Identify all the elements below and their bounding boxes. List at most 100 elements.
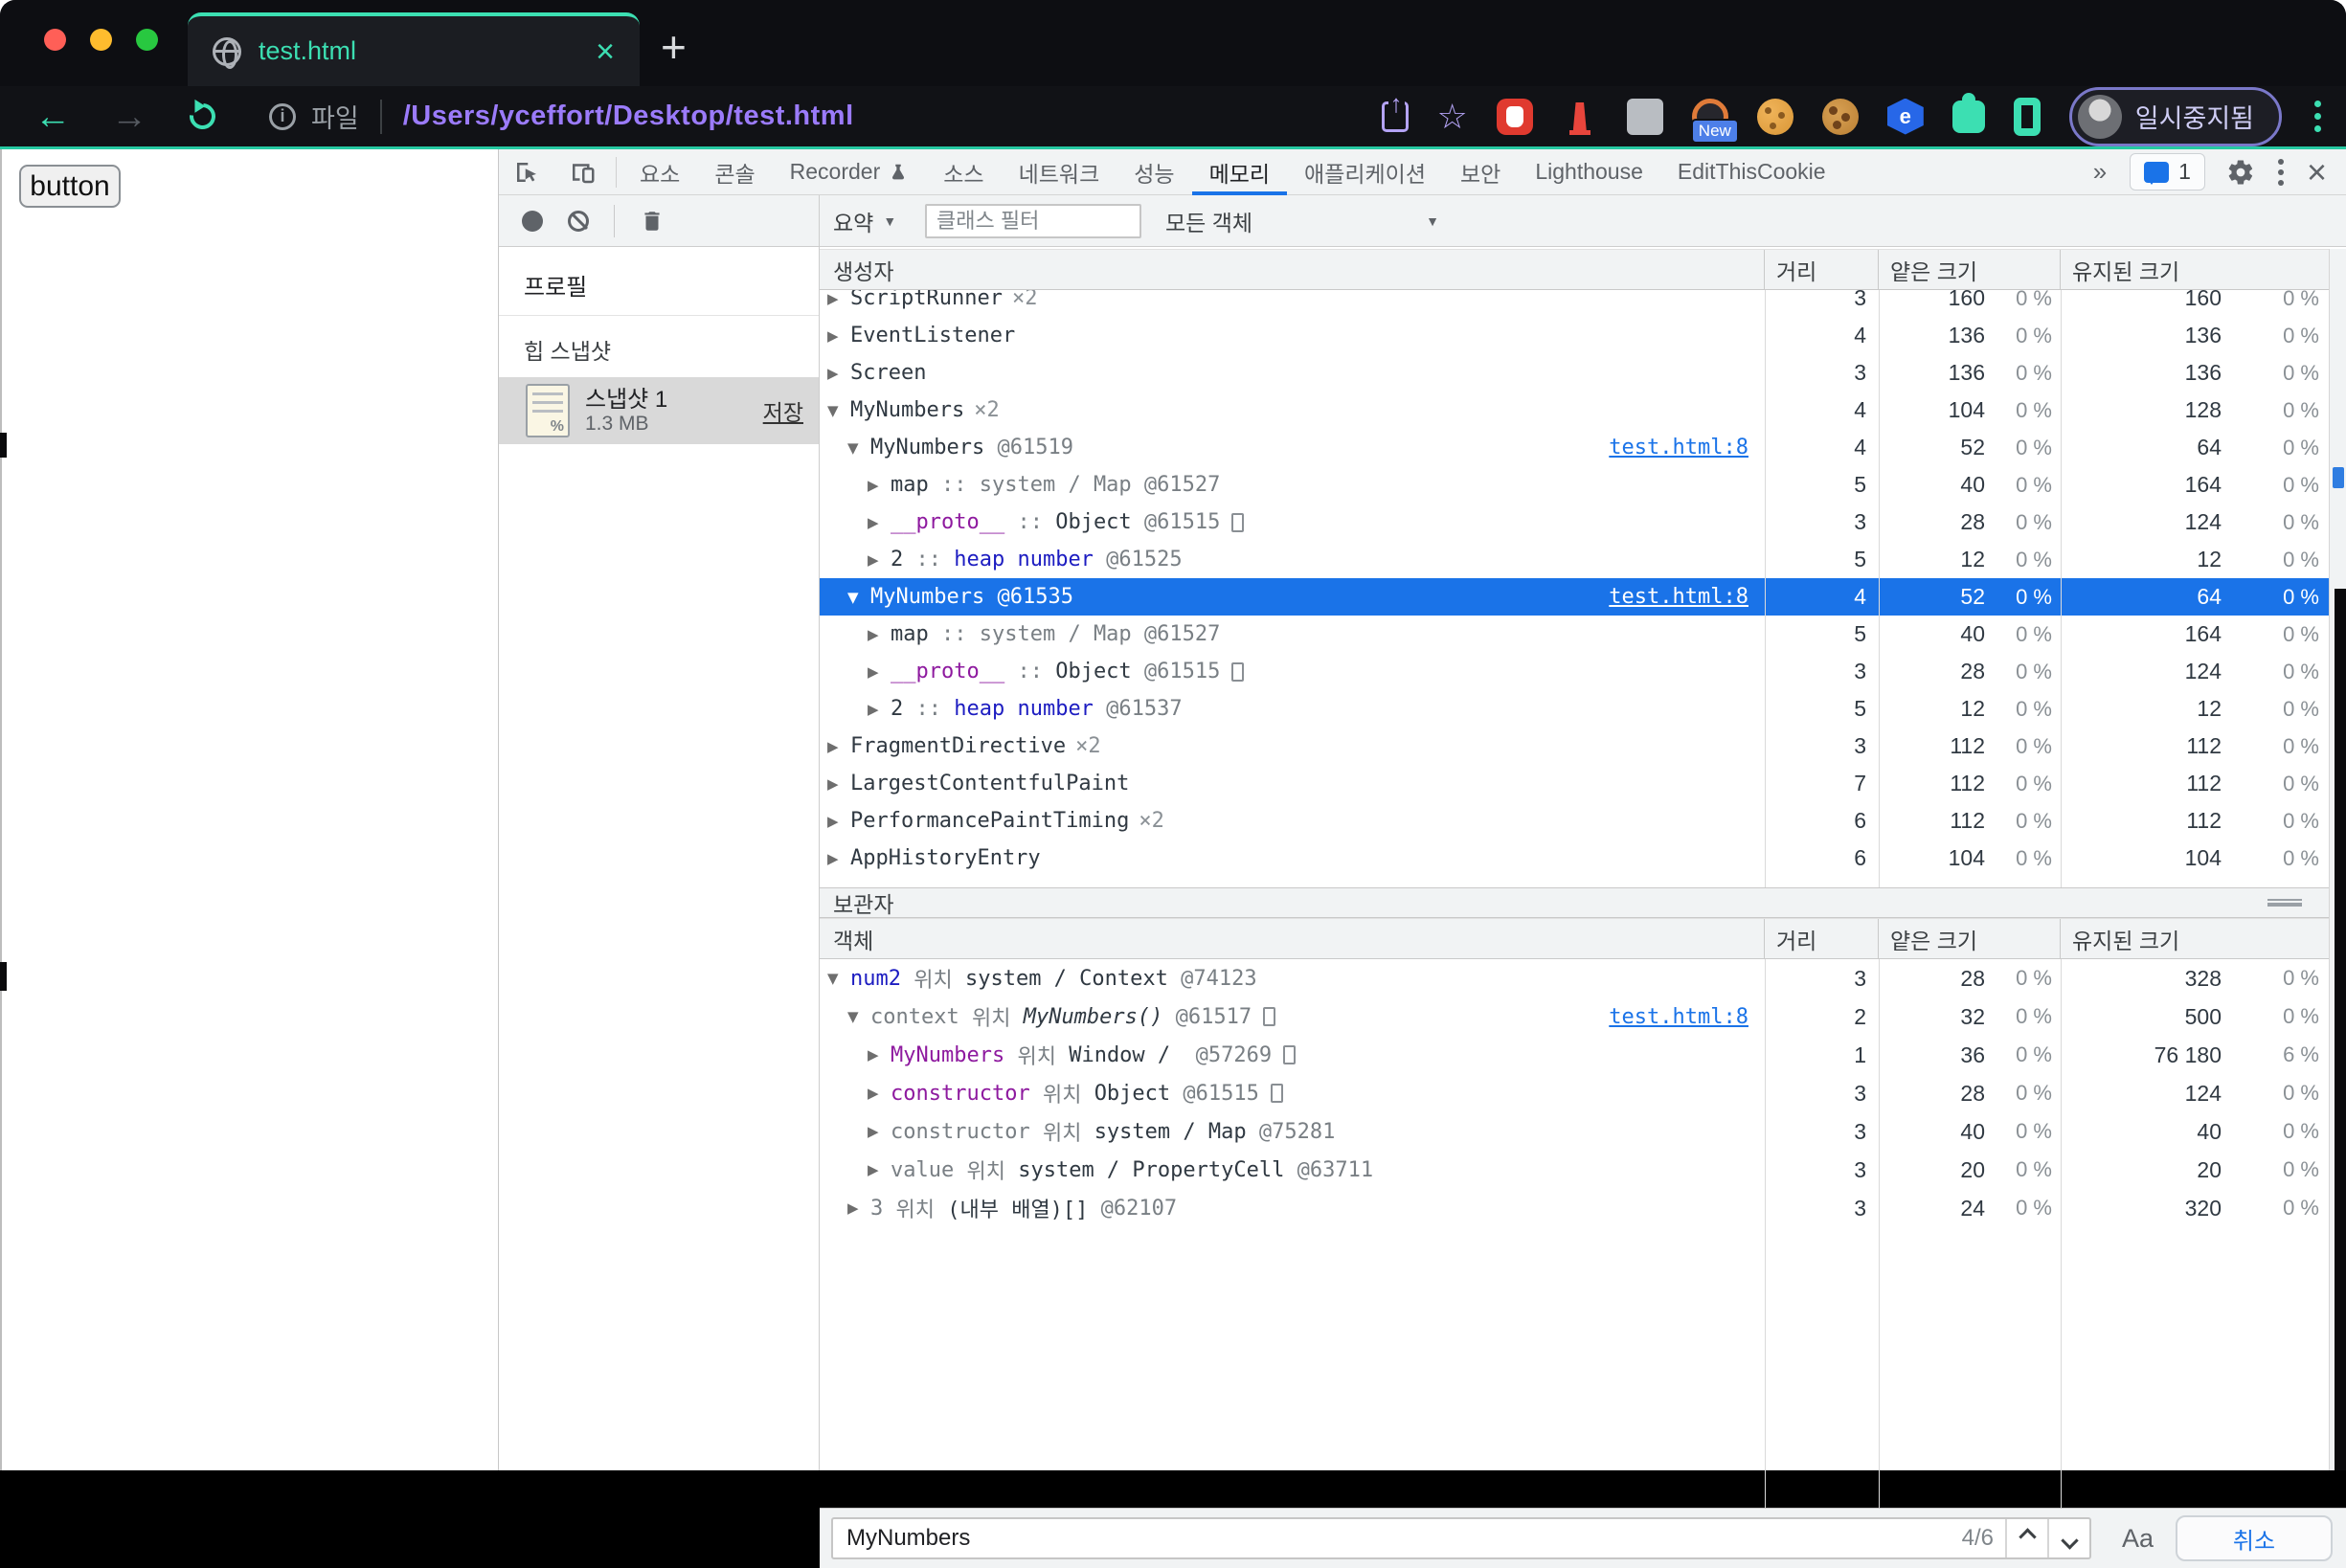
issues-button[interactable]: 1	[2130, 153, 2205, 190]
constructor-row[interactable]: ▶__proto__ :: Object @615153280 %1240 %	[820, 504, 2329, 541]
share-icon[interactable]	[1382, 101, 1409, 132]
extension-icon-new[interactable]: New	[1692, 99, 1728, 135]
retainer-row[interactable]: ▶constructor 위치 Object @615153280 %1240 …	[820, 1074, 2329, 1112]
constructor-row[interactable]: ▶map :: system / Map @615275400 %1640 %	[820, 616, 2329, 653]
constructor-row[interactable]: ▼MyNumbers @61519test.html:84520 %640 %	[820, 429, 2329, 466]
class-filter-input[interactable]	[925, 204, 1141, 238]
extension-icon[interactable]	[1627, 99, 1663, 135]
column-shallow-size[interactable]: 얕은 크기	[1878, 250, 2060, 289]
collapse-arrow-icon[interactable]: ▶	[868, 1046, 891, 1064]
search-next-button[interactable]	[2047, 1519, 2089, 1557]
address-bar[interactable]: /Users/yceffort/Desktop/test.html	[403, 101, 854, 132]
close-window-button[interactable]	[44, 29, 66, 51]
column-distance[interactable]: 거리	[1764, 250, 1878, 289]
profile-chip[interactable]: 일시중지됨	[2069, 87, 2282, 146]
cookie-extension-icon[interactable]	[1757, 99, 1793, 135]
column-shallow-size[interactable]: 얕은 크기	[1878, 919, 2060, 958]
expand-arrow-icon[interactable]: ▼	[847, 589, 870, 606]
tab-애플리케이션[interactable]: 애플리케이션	[1287, 149, 1443, 195]
retainer-row[interactable]: ▶value 위치 system / PropertyCell @6371132…	[820, 1151, 2329, 1189]
devtools-menu-icon[interactable]	[2267, 159, 2295, 186]
collapse-arrow-icon[interactable]: ▶	[827, 850, 850, 867]
retainer-row[interactable]: ▶MyNumbers 위치 Window / @572691360 %76 18…	[820, 1036, 2329, 1074]
browser-menu-icon[interactable]	[2311, 97, 2325, 136]
source-link[interactable]: test.html:8	[1609, 436, 1764, 459]
browser-tab[interactable]: test.html ×	[188, 12, 640, 86]
constructor-row[interactable]: ▶2 :: heap number @615375120 %120 %	[820, 690, 2329, 728]
column-distance[interactable]: 거리	[1764, 919, 1878, 958]
delete-profile-icon[interactable]	[640, 208, 665, 235]
tab-요소[interactable]: 요소	[622, 149, 697, 195]
constructor-row[interactable]: ▶AppHistoryEntry61040 %1040 %	[820, 840, 2329, 877]
column-retained-size[interactable]: 유지된 크기	[2060, 250, 2329, 289]
back-button[interactable]: ←	[34, 98, 71, 136]
page-button[interactable]: button	[19, 165, 121, 208]
tab-Recorder[interactable]: Recorder	[773, 149, 927, 195]
retainers-splitter[interactable]: 보관자	[820, 887, 2329, 918]
extensions-puzzle-icon[interactable]	[1952, 101, 1985, 133]
tab-네트워크[interactable]: 네트워크	[1002, 149, 1117, 195]
site-info-icon[interactable]: i	[269, 103, 296, 130]
lighthouse-extension-icon[interactable]	[1562, 99, 1598, 135]
collapse-arrow-icon[interactable]: ▶	[868, 626, 891, 643]
inspect-element-icon[interactable]	[499, 158, 554, 187]
sidebar-extension-icon[interactable]	[2014, 98, 2041, 136]
constructor-row[interactable]: ▶ScriptRunner×231600 %1600 %	[820, 290, 2329, 317]
constructor-row[interactable]: ▶FragmentDirective×231120 %1120 %	[820, 728, 2329, 765]
expand-arrow-icon[interactable]: ▼	[847, 439, 870, 457]
collapse-arrow-icon[interactable]: ▶	[827, 813, 850, 830]
constructor-row[interactable]: ▶Screen31360 %1360 %	[820, 354, 2329, 392]
tab-성능[interactable]: 성능	[1117, 149, 1191, 195]
collapse-arrow-icon[interactable]: ▶	[868, 477, 891, 494]
clear-icon[interactable]	[568, 211, 589, 232]
column-object[interactable]: 객체	[820, 923, 1764, 955]
column-retained-size[interactable]: 유지된 크기	[2060, 919, 2329, 958]
tab-보안[interactable]: 보안	[1443, 149, 1518, 195]
expand-arrow-icon[interactable]: ▼	[827, 970, 850, 987]
collapse-arrow-icon[interactable]: ▶	[868, 1123, 891, 1140]
zoom-window-button[interactable]	[136, 29, 158, 51]
retainer-row[interactable]: ▼context 위치 MyNumbers() @61517test.html:…	[820, 997, 2329, 1036]
collapse-arrow-icon[interactable]: ▶	[868, 1161, 891, 1178]
tab-close-icon[interactable]: ×	[596, 37, 615, 66]
perspective-select[interactable]: 요약 ▼	[833, 195, 896, 246]
save-snapshot-link[interactable]: 저장	[763, 394, 803, 427]
constructor-row[interactable]: ▶PerformancePaintTiming×261120 %1120 %	[820, 802, 2329, 840]
snapshot-item[interactable]: 스냅샷 1 1.3 MB 저장	[499, 377, 819, 444]
reload-button[interactable]	[184, 98, 220, 134]
devtools-close-icon[interactable]: ×	[2295, 152, 2346, 192]
more-tabs-chevron[interactable]: »	[2080, 157, 2120, 187]
record-icon[interactable]	[522, 211, 543, 232]
minimize-window-button[interactable]	[90, 29, 112, 51]
source-link[interactable]: test.html:8	[1609, 1005, 1764, 1029]
settings-gear-icon[interactable]	[2215, 158, 2267, 187]
collapse-arrow-icon[interactable]: ▶	[827, 365, 850, 382]
collapse-arrow-icon[interactable]: ▶	[868, 551, 891, 569]
constructor-row[interactable]: ▶EventListener41360 %1360 %	[820, 317, 2329, 354]
device-toolbar-icon[interactable]	[554, 158, 610, 187]
search-input[interactable]	[833, 1519, 1962, 1557]
new-tab-button[interactable]: +	[661, 25, 687, 69]
collapse-arrow-icon[interactable]: ▶	[827, 290, 850, 307]
tab-EditThisCookie[interactable]: EditThisCookie	[1660, 149, 1843, 195]
tab-콘솔[interactable]: 콘솔	[697, 149, 772, 195]
match-case-toggle[interactable]: Aa	[2122, 1524, 2154, 1554]
constructor-row[interactable]: ▶LargestContentfulPaint71120 %1120 %	[820, 765, 2329, 802]
column-constructor[interactable]: 생성자	[820, 254, 1764, 286]
cookie-editor-extension-icon[interactable]	[1822, 99, 1859, 135]
adblock-extension-icon[interactable]	[1497, 99, 1533, 135]
objects-filter-select[interactable]: 모든 객체 ▼	[1165, 195, 1439, 246]
collapse-arrow-icon[interactable]: ▶	[868, 663, 891, 681]
collapse-arrow-icon[interactable]: ▶	[868, 514, 891, 531]
collapse-arrow-icon[interactable]: ▶	[868, 701, 891, 718]
collapse-arrow-icon[interactable]: ▶	[827, 775, 850, 793]
collapse-arrow-icon[interactable]: ▶	[847, 1199, 870, 1217]
editthiscookie-extension-icon[interactable]: e	[1887, 99, 1924, 135]
drag-handle-icon[interactable]	[2267, 899, 2302, 907]
bookmark-star-icon[interactable]: ☆	[1437, 101, 1468, 133]
constructor-row[interactable]: ▶map :: system / Map @615275400 %1640 %	[820, 466, 2329, 504]
search-previous-button[interactable]	[2005, 1519, 2047, 1557]
constructor-row[interactable]: ▶__proto__ :: Object @615153280 %1240 %	[820, 653, 2329, 690]
source-link[interactable]: test.html:8	[1609, 585, 1764, 609]
collapse-arrow-icon[interactable]: ▶	[827, 738, 850, 755]
